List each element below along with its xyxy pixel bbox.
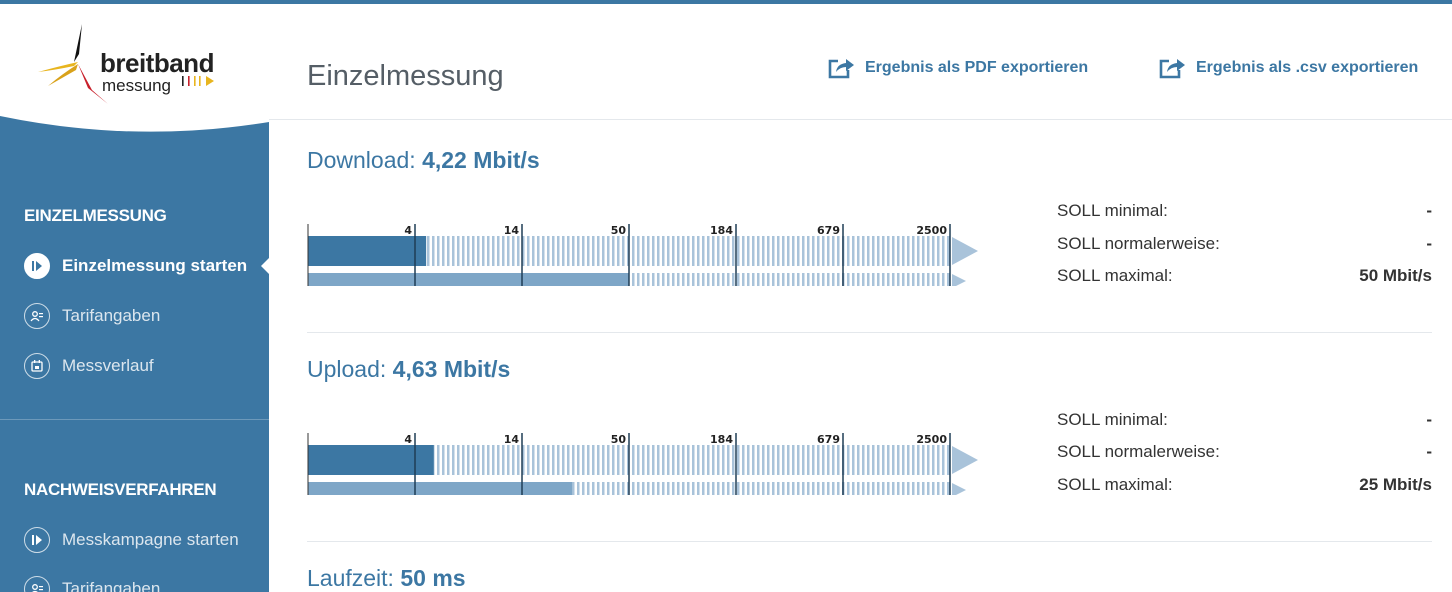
export-pdf-label: Ergebnis als PDF exportieren — [865, 59, 1089, 76]
soll-label: SOLL maximal: — [1057, 266, 1173, 285]
tick-label: 50 — [611, 224, 627, 237]
calendar-icon — [24, 353, 50, 379]
upload-speed-chart: 4 14 50 184 679 2500 — [307, 433, 978, 495]
active-indicator — [261, 258, 269, 274]
soll-value: - — [1426, 201, 1432, 220]
logo-word-breitband: breitband — [100, 48, 214, 78]
page-header: Einzelmessung Ergebnis als PDF exportier… — [269, 4, 1452, 120]
user-info-icon — [24, 303, 50, 329]
page-title: Einzelmessung — [307, 60, 504, 92]
nav-item-messkampagne-starten[interactable]: Messkampagne starten — [24, 525, 239, 555]
tick-label: 14 — [504, 224, 520, 237]
section-divider — [307, 541, 1432, 542]
tick-label: 679 — [817, 433, 840, 446]
nav-item-label: Messkampagne starten — [62, 530, 239, 549]
latency-label: Laufzeit: — [307, 565, 394, 591]
arrow-head — [952, 483, 966, 495]
tick-label: 4 — [404, 224, 412, 237]
logo-word-messung: messung — [102, 76, 171, 95]
nav-item-messverlauf[interactable]: Messverlauf — [24, 351, 154, 381]
section-divider — [307, 332, 1432, 333]
soll-label: SOLL normalerweise: — [1057, 234, 1220, 253]
soll-value: - — [1426, 410, 1432, 429]
play-icon — [24, 253, 50, 279]
latency-value: 50 ms — [400, 565, 466, 591]
nav-item-label: Einzelmessung starten — [62, 256, 248, 275]
main-content: Einzelmessung Ergebnis als PDF exportier… — [269, 4, 1452, 592]
upload-soll-max: SOLL maximal: 25 Mbit/s — [1057, 475, 1432, 495]
nav-item-einzelmessung-starten[interactable]: Einzelmessung starten — [24, 251, 247, 281]
tick-label: 184 — [710, 433, 733, 446]
nav-item-tarifangaben-2[interactable]: Tarifangaben — [24, 574, 160, 592]
soll-value: 25 Mbit/s — [1359, 475, 1432, 494]
upload-title: Upload: 4,63 Mbit/s — [307, 356, 510, 383]
upload-value: 4,63 Mbit/s — [392, 356, 511, 382]
download-soll-max: SOLL maximal: 50 Mbit/s — [1057, 266, 1432, 286]
nav-item-tarifangaben[interactable]: Tarifangaben — [24, 301, 160, 331]
tick-label: 2500 — [916, 224, 947, 237]
tick-label: 2500 — [916, 433, 947, 446]
soll-label: SOLL normalerweise: — [1057, 442, 1220, 461]
tick-label: 184 — [710, 224, 733, 237]
download-value: 4,22 Mbit/s — [422, 147, 540, 173]
export-icon — [1159, 59, 1185, 79]
soll-value: - — [1426, 234, 1432, 253]
measured-speed-bar — [308, 236, 427, 266]
nav-heading-nachweisverfahren: NACHWEISVERFAHREN — [24, 480, 217, 499]
play-icon — [24, 527, 50, 553]
download-soll-normal: SOLL normalerweise: - — [1057, 234, 1432, 254]
tick-label: 50 — [611, 433, 627, 446]
nav-heading-einzelmessung: EINZELMESSUNG — [24, 206, 167, 225]
download-soll-min: SOLL minimal: - — [1057, 201, 1432, 221]
soll-label: SOLL minimal: — [1057, 201, 1168, 220]
nav-item-label: Tarifangaben — [62, 579, 161, 592]
arrow-head — [952, 446, 978, 474]
soll-value: - — [1426, 442, 1432, 461]
latency-title: Laufzeit: 50 ms — [307, 565, 466, 592]
upload-soll-normal: SOLL normalerweise: - — [1057, 442, 1432, 462]
upload-label: Upload: — [307, 356, 387, 382]
tick-label: 14 — [504, 433, 520, 446]
download-label: Download: — [307, 147, 416, 173]
nav-item-label: Messverlauf — [62, 356, 154, 375]
upload-soll-min: SOLL minimal: - — [1057, 410, 1432, 430]
soll-max-bar — [308, 273, 629, 286]
export-csv-button[interactable]: Ergebnis als .csv exportieren — [1158, 56, 1418, 80]
nav-item-label: Tarifangaben — [62, 306, 161, 325]
arrow-head — [952, 237, 978, 265]
soll-label: SOLL maximal: — [1057, 475, 1173, 494]
sidebar: breitband messung EINZELMESSUNG Einzelme… — [0, 4, 269, 592]
user-info-icon — [24, 576, 50, 592]
export-icon — [828, 59, 854, 79]
nav-divider — [0, 419, 269, 420]
soll-label: SOLL minimal: — [1057, 410, 1168, 429]
soll-max-bar — [308, 482, 573, 495]
export-csv-label: Ergebnis als .csv exportieren — [1196, 59, 1419, 76]
logo[interactable]: breitband messung — [0, 4, 269, 136]
export-pdf-button[interactable]: Ergebnis als PDF exportieren — [827, 56, 1088, 80]
download-speed-chart: 4 14 50 184 679 2500 — [307, 224, 978, 286]
tick-label: 679 — [817, 224, 840, 237]
download-title: Download: 4,22 Mbit/s — [307, 147, 540, 174]
arrow-head — [952, 274, 966, 286]
soll-value: 50 Mbit/s — [1359, 266, 1432, 285]
tick-label: 4 — [404, 433, 412, 446]
